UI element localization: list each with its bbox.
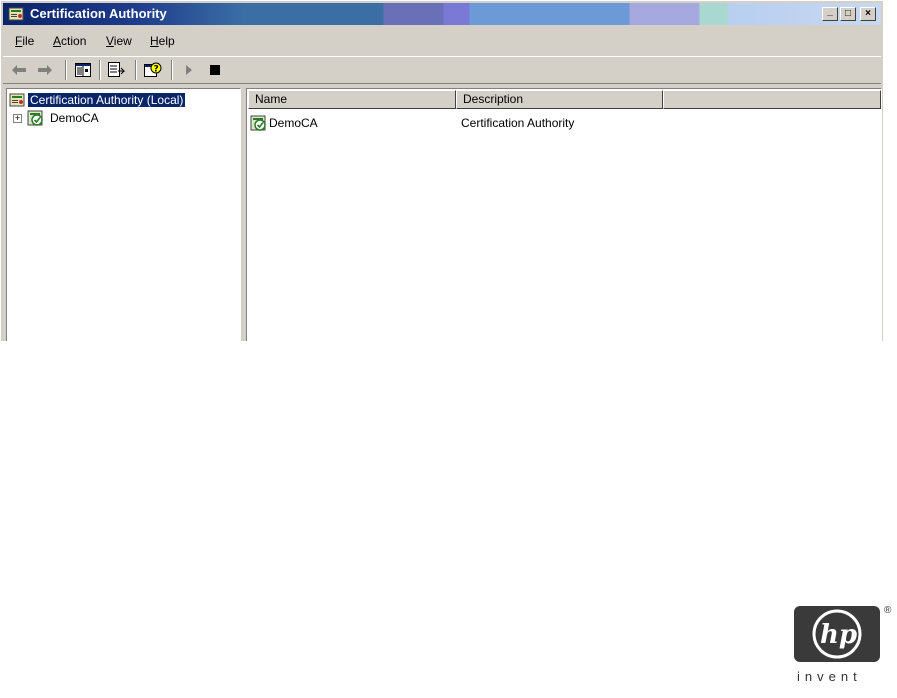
maximize-button[interactable]: □ [840,7,856,21]
list-item-description: Certification Authority [461,116,575,130]
stop-service-button[interactable] [205,61,225,79]
start-service-button[interactable] [179,61,199,79]
minimize-button[interactable]: _ [822,5,838,21]
result-pane: Name Description DemoCA Certification Au… [246,88,882,341]
help-icon: ? [144,62,162,77]
toolbar-separator [99,60,101,80]
show-hide-console-tree-icon [75,63,91,77]
menu-help[interactable]: Help [150,34,175,48]
export-list-icon [108,62,126,77]
hp-logo-mark: hp [812,609,862,659]
menu-view[interactable]: View [106,34,132,48]
menu-action[interactable]: Action [53,34,86,48]
column-header-description[interactable]: Description [456,90,663,109]
toolbar: ? [3,56,881,84]
console-tree[interactable]: Certification Authority (Local) + DemoCA [6,88,241,341]
close-icon: × [865,8,871,19]
tree-item-root-label: Certification Authority (Local) [26,92,187,108]
ca-server-icon [250,115,266,131]
title-bar[interactable]: Certification Authority _ □ × [3,3,881,25]
forward-arrow-icon [38,65,52,75]
back-arrow-icon [12,65,26,75]
menu-bar: File Action View Help [3,30,881,52]
toolbar-separator [135,60,137,80]
certificate-authority-icon [8,7,24,21]
list-item[interactable]: DemoCA [250,114,318,132]
svg-text:hp: hp [820,620,857,650]
close-button[interactable]: × [860,7,876,21]
mmc-window: Certification Authority _ □ × File Actio… [0,0,883,341]
toolbar-separator [65,60,67,80]
help-button[interactable]: ? [143,61,163,79]
back-button[interactable] [9,61,29,79]
minimize-icon: _ [827,5,833,17]
menu-file[interactable]: File [15,34,34,48]
show-hide-console-tree-button[interactable] [73,61,93,79]
export-list-button[interactable] [107,61,127,79]
tree-item-root[interactable]: Certification Authority (Local) [9,91,187,109]
start-service-icon [186,65,192,75]
svg-text:?: ? [154,65,159,75]
forward-button[interactable] [35,61,55,79]
ca-server-icon [27,110,43,126]
stop-service-icon [210,65,220,75]
registered-mark: ® [884,605,892,616]
hp-tagline: invent [797,669,862,684]
toolbar-separator [171,60,173,80]
column-header-empty [663,90,881,109]
tree-expander[interactable]: + [13,114,22,123]
maximize-icon: □ [844,8,852,19]
certificate-authority-icon [9,93,25,107]
window-title: Certification Authority [30,6,167,21]
tree-item-democa-label: DemoCA [50,111,99,125]
hp-logo: hp [794,606,880,662]
tree-item-democa[interactable]: DemoCA [27,109,99,127]
list-item-name: DemoCA [269,116,318,130]
column-header-name[interactable]: Name [248,90,456,109]
